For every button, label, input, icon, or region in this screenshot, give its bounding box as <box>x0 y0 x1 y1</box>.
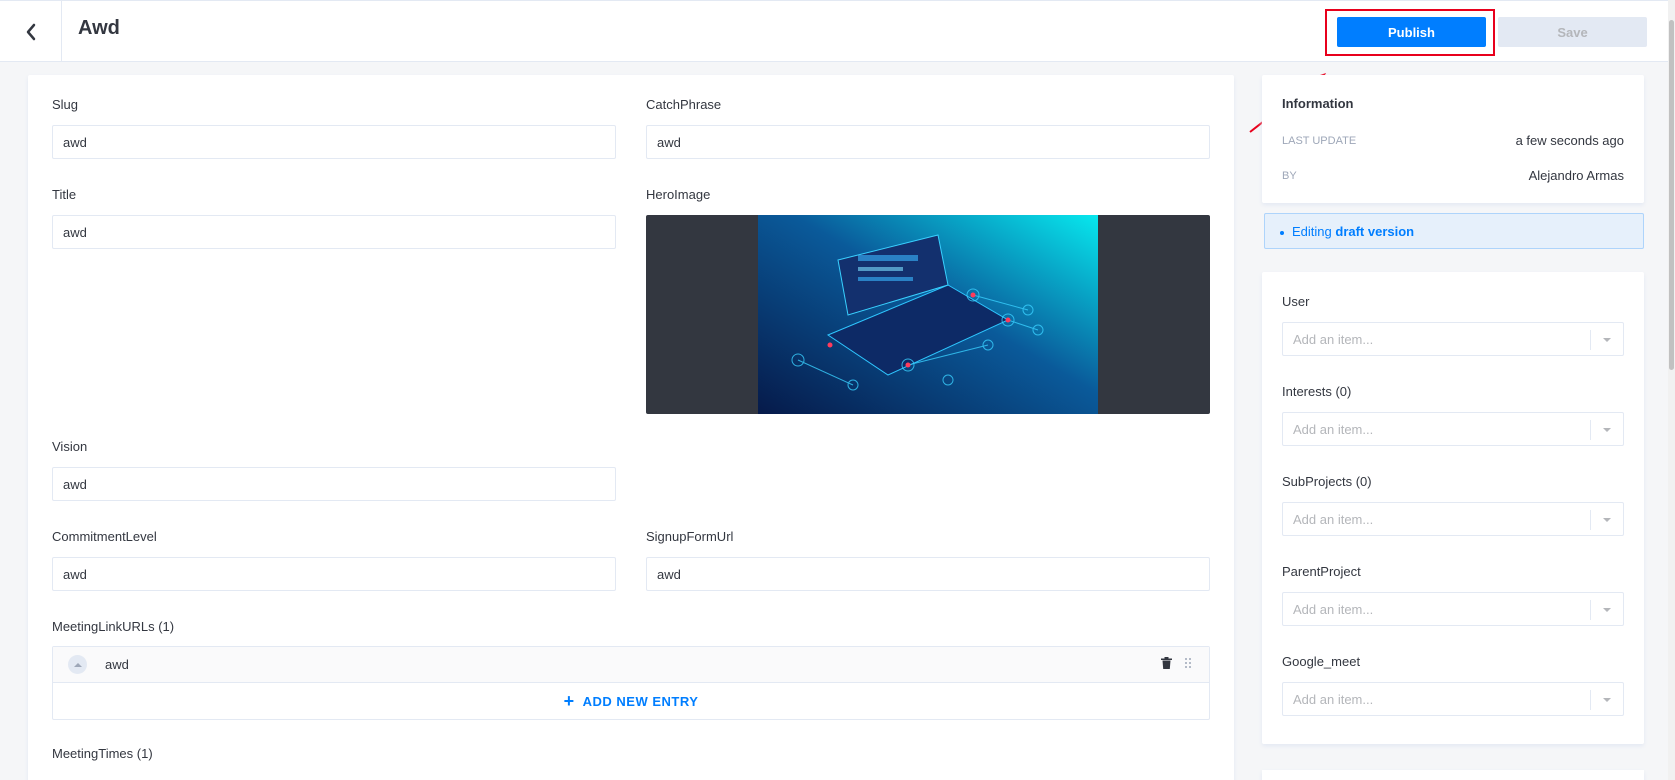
catchphrase-input[interactable] <box>646 125 1210 159</box>
back-button[interactable] <box>0 1 62 62</box>
drag-handle-icon[interactable] <box>1185 657 1191 669</box>
catchphrase-label: CatchPhrase <box>646 97 722 112</box>
parentproject-relation-label: ParentProject <box>1282 564 1361 579</box>
entry-value: awd <box>105 657 129 672</box>
meeting-link-urls-label: MeetingLinkURLs (1) <box>52 619 175 634</box>
meeting-times-label: MeetingTimes (1) <box>52 746 153 761</box>
by-value: Alejandro Armas <box>1528 168 1624 183</box>
select-placeholder: Add an item... <box>1293 332 1374 347</box>
draft-version-banner: Editing draft version <box>1264 213 1644 249</box>
select-placeholder: Add an item... <box>1293 422 1374 437</box>
relations-panel: User Add an item... Interests (0) Add an… <box>1262 272 1644 744</box>
slug-input[interactable] <box>52 125 616 159</box>
vision-label: Vision <box>52 439 88 454</box>
select-placeholder: Add an item... <box>1293 692 1374 707</box>
plus-icon: + <box>563 690 575 711</box>
chevron-down-icon <box>1603 518 1611 522</box>
signup-form-url-input[interactable] <box>646 557 1210 591</box>
google-meet-relation-select[interactable]: Add an item... <box>1282 682 1624 716</box>
publish-button[interactable]: Publish <box>1337 17 1486 47</box>
user-relation-select[interactable]: Add an item... <box>1282 322 1624 356</box>
vision-input[interactable] <box>52 467 616 501</box>
chevron-down-icon <box>1603 338 1611 342</box>
select-placeholder: Add an item... <box>1293 512 1374 527</box>
subprojects-relation-select[interactable]: Add an item... <box>1282 502 1624 536</box>
add-new-entry-button[interactable]: + ADD NEW ENTRY <box>53 683 1209 719</box>
information-title: Information <box>1282 96 1354 111</box>
title-label: Title <box>52 187 77 202</box>
hero-image-preview <box>758 215 1098 414</box>
last-update-key: LAST UPDATE <box>1282 135 1357 147</box>
header-bar: Awd Publish Save <box>0 0 1675 62</box>
hero-image-label: HeroImage <box>646 187 711 202</box>
page-title: Awd <box>78 17 120 39</box>
scrollbar-thumb[interactable] <box>1669 20 1674 370</box>
meeting-link-urls-list: awd + ADD NEW ENTRY <box>52 646 1210 720</box>
chevron-down-icon <box>1603 608 1611 612</box>
draft-emphasis: draft version <box>1335 224 1415 239</box>
save-button[interactable]: Save <box>1498 17 1647 47</box>
chevron-down-icon <box>1603 698 1611 702</box>
last-update-value: a few seconds ago <box>1515 133 1624 148</box>
bullet-icon <box>1280 231 1284 235</box>
signup-form-url-label: SignupFormUrl <box>646 529 734 544</box>
trash-icon[interactable] <box>1161 657 1172 669</box>
slug-label: Slug <box>52 97 79 112</box>
interests-relation-label: Interests (0) <box>1282 384 1352 399</box>
title-input[interactable] <box>52 215 616 249</box>
subprojects-relation-label: SubProjects (0) <box>1282 474 1372 489</box>
user-relation-label: User <box>1282 294 1310 309</box>
select-placeholder: Add an item... <box>1293 602 1374 617</box>
draft-prefix: Editing <box>1292 224 1332 239</box>
collapse-toggle[interactable] <box>68 655 87 674</box>
google-meet-relation-label: Google_meet <box>1282 654 1361 669</box>
add-new-entry-label: ADD NEW ENTRY <box>582 693 699 709</box>
hero-image-upload[interactable] <box>646 215 1210 414</box>
additional-panel <box>1262 770 1644 780</box>
chevron-down-icon <box>1603 428 1611 432</box>
parentproject-relation-select[interactable]: Add an item... <box>1282 592 1624 626</box>
information-panel: Information LAST UPDATE a few seconds ag… <box>1262 75 1644 203</box>
by-key: BY <box>1282 170 1297 182</box>
commitment-level-label: CommitmentLevel <box>52 529 157 544</box>
interests-relation-select[interactable]: Add an item... <box>1282 412 1624 446</box>
caret-up-icon <box>73 662 82 667</box>
list-item[interactable]: awd <box>53 647 1209 683</box>
commitment-level-input[interactable] <box>52 557 616 591</box>
chevron-left-icon <box>26 23 35 40</box>
